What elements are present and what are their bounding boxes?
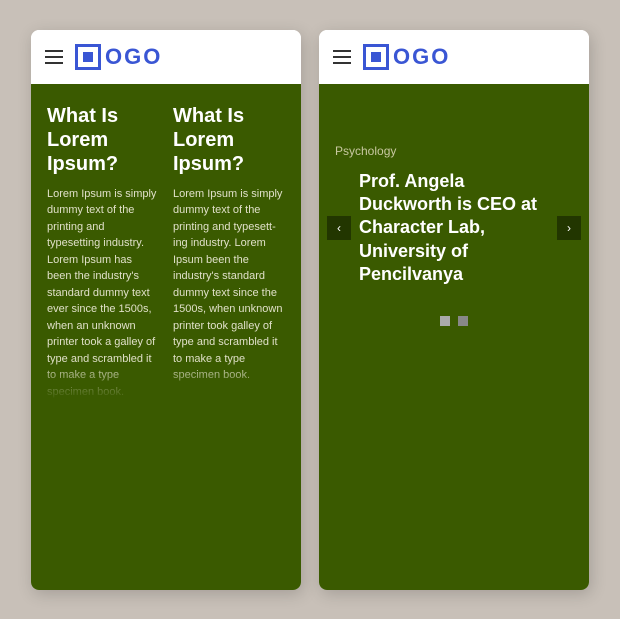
logo-box-inner-2 bbox=[371, 52, 381, 62]
carousel-arrow-left[interactable]: ‹ bbox=[327, 216, 351, 240]
logo-box-inner-1 bbox=[83, 52, 93, 62]
navbar-1: OGO bbox=[31, 30, 301, 84]
logo-box-2 bbox=[363, 44, 389, 70]
carousel-arrow-right[interactable]: › bbox=[557, 216, 581, 240]
column-2: What Is Lorem Ipsum? Lorem Ipsum is simp… bbox=[173, 104, 285, 401]
carousel-content: Prof. Angela Duckworth is CEO at Charact… bbox=[355, 170, 553, 287]
two-col-layout: What Is Lorem Ipsum? Lorem Ipsum is simp… bbox=[47, 104, 285, 401]
dot-1[interactable] bbox=[440, 316, 450, 326]
hamburger-menu-1[interactable] bbox=[45, 50, 63, 64]
article-body-2: Lorem Ipsum is simply dummy text of the … bbox=[173, 186, 285, 384]
article-title-2: What Is Lorem Ipsum? bbox=[173, 104, 285, 176]
hamburger-menu-2[interactable] bbox=[333, 50, 351, 64]
carousel-dots bbox=[319, 316, 589, 336]
green-area-2: Psychology ‹ Prof. Angela Duckworth is C… bbox=[319, 84, 589, 590]
logo-text-2: OGO bbox=[393, 44, 450, 70]
logo-box-1 bbox=[75, 44, 101, 70]
column-1: What Is Lorem Ipsum? Lorem Ipsum is simp… bbox=[47, 104, 159, 401]
dot-2[interactable] bbox=[458, 316, 468, 326]
green-area-1: What Is Lorem Ipsum? Lorem Ipsum is simp… bbox=[31, 84, 301, 590]
logo-1: OGO bbox=[75, 44, 162, 70]
navbar-2: OGO bbox=[319, 30, 589, 84]
carousel-wrapper: ‹ Prof. Angela Duckworth is CEO at Chara… bbox=[319, 170, 589, 287]
article-body-1: Lorem Ipsum is simply dummy text of the … bbox=[47, 186, 159, 401]
carousel-title: Prof. Angela Duckworth is CEO at Charact… bbox=[359, 170, 549, 287]
phone-1: OGO What Is Lorem Ipsum? Lorem Ipsum is … bbox=[31, 30, 301, 590]
phone-2: OGO Psychology ‹ Prof. Angela Duckworth … bbox=[319, 30, 589, 590]
logo-text-1: OGO bbox=[105, 44, 162, 70]
logo-2: OGO bbox=[363, 44, 450, 70]
category-label: Psychology bbox=[319, 144, 589, 158]
article-title-1: What Is Lorem Ipsum? bbox=[47, 104, 159, 176]
